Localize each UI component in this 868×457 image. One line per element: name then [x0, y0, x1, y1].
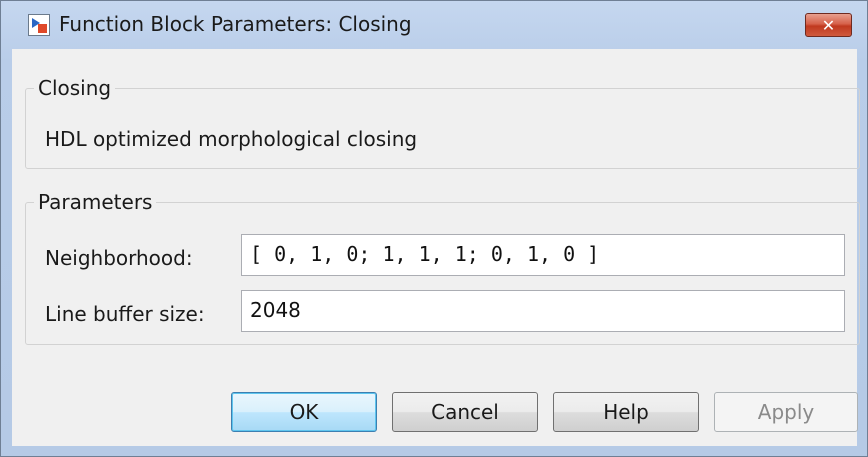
- close-icon: ✕: [821, 15, 836, 35]
- apply-button[interactable]: Apply: [714, 392, 858, 432]
- close-button[interactable]: ✕: [805, 13, 852, 37]
- line-buffer-size-label: Line buffer size:: [45, 302, 205, 326]
- neighborhood-field[interactable]: [ 0, 1, 0; 1, 1, 1; 0, 1, 0 ]: [241, 234, 845, 276]
- dialog-body: Closing HDL optimized morphological clos…: [12, 49, 860, 446]
- ok-button[interactable]: OK: [231, 392, 377, 432]
- help-button[interactable]: Help: [553, 392, 699, 432]
- neighborhood-label: Neighborhood:: [45, 246, 193, 270]
- cancel-button[interactable]: Cancel: [392, 392, 538, 432]
- simulink-block-icon: [28, 14, 50, 36]
- block-description-group: Closing: [25, 76, 860, 169]
- dialog-window: Function Block Parameters: Closing ✕ Clo…: [0, 0, 868, 457]
- parameters-group-legend: Parameters: [38, 190, 153, 214]
- block-description: HDL optimized morphological closing: [45, 127, 418, 151]
- window-title: Function Block Parameters: Closing: [59, 12, 412, 36]
- block-group-legend: Closing: [38, 76, 112, 100]
- line-buffer-size-field[interactable]: 2048: [241, 290, 845, 332]
- title-bar[interactable]: Function Block Parameters: Closing ✕: [1, 1, 867, 49]
